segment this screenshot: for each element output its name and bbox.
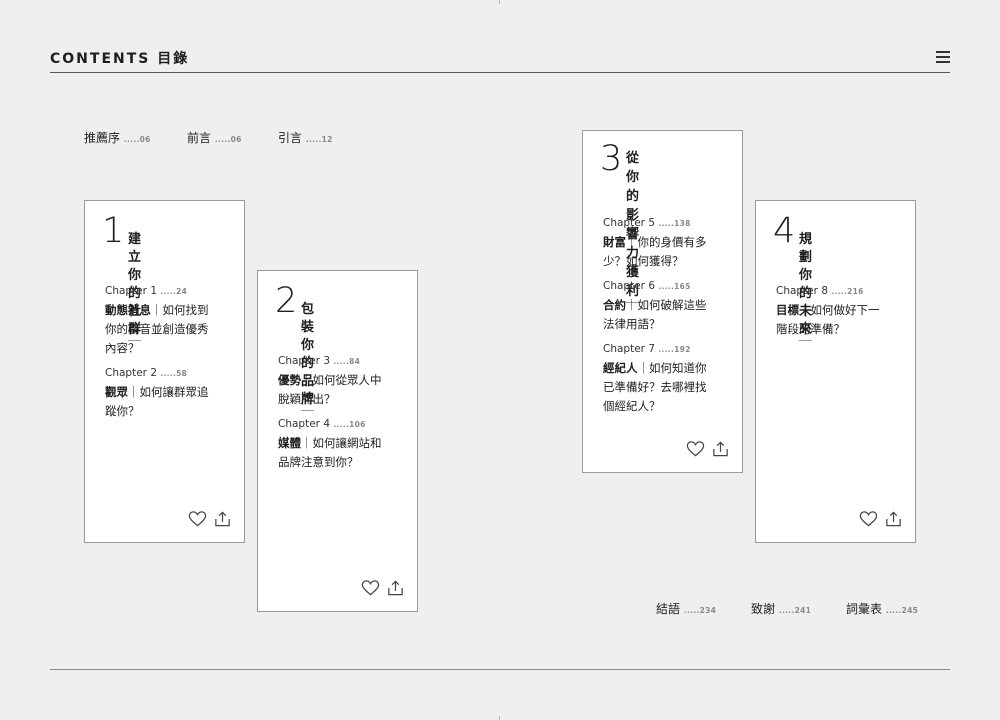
back-matter-title: 致謝: [751, 602, 776, 616]
part-number: 3: [600, 139, 623, 179]
crop-mark-top: [499, 0, 500, 4]
chapter-keyword: 經紀人: [603, 361, 638, 375]
chapter-title: 經紀人｜如何知道你 已準備好？去哪裡找 個經紀人？: [603, 361, 707, 413]
chapter-label: Chapter 1 .....24: [105, 285, 188, 297]
share-icon[interactable]: [711, 440, 730, 458]
page-number: .....12: [305, 135, 333, 144]
chapter-entry[interactable]: Chapter 6 .....165 合約｜如何破解這些 法律用語？: [603, 279, 733, 334]
page-number: .....165: [658, 282, 691, 291]
share-icon[interactable]: [213, 510, 232, 528]
card-actions: [686, 440, 732, 458]
chapter-keyword: 動態消息: [105, 303, 151, 317]
share-icon[interactable]: [884, 510, 903, 528]
page-number: .....245: [885, 606, 919, 615]
chapter-keyword: 目標: [776, 303, 799, 317]
front-matter-title: 引言: [278, 131, 303, 145]
chapter-keyword: 合約: [603, 298, 626, 312]
chapter-keyword: 財富: [603, 235, 626, 249]
chapter-label: Chapter 4 .....106: [278, 418, 366, 430]
part-number: 1: [102, 211, 125, 251]
chapter-label: Chapter 5 .....138: [603, 217, 691, 229]
chapter-label: Chapter 3 .....84: [278, 355, 361, 367]
page-number: .....138: [658, 219, 691, 228]
crop-mark-bottom: [499, 716, 500, 720]
chapter-title: 媒體｜如何讓網站和 品牌注意到你？: [278, 436, 382, 469]
chapter-title: 財富｜你的身價有多 少？如何獲得？: [603, 235, 707, 268]
heart-icon[interactable]: [859, 510, 878, 528]
card-actions: [188, 510, 234, 528]
part-card-3: 3 從你的影響力 獲利 Chapter 5 .....138 財富｜你的身價有多…: [582, 130, 743, 473]
back-matter-acknowledgements[interactable]: 致謝 .....241: [751, 600, 811, 617]
chapter-entry[interactable]: Chapter 4 .....106 媒體｜如何讓網站和 品牌注意到你？: [278, 417, 408, 472]
part-number: 2: [275, 281, 298, 321]
page-number: .....06: [123, 135, 151, 144]
share-icon[interactable]: [386, 579, 405, 597]
back-matter-title: 詞彙表: [846, 602, 883, 616]
heart-icon[interactable]: [686, 440, 705, 458]
chapter-title: 目標｜如何做好下一 階段的準備？: [776, 303, 880, 336]
front-matter-introduction[interactable]: 引言 .....12: [278, 129, 333, 146]
chapter-label: Chapter 8 .....216: [776, 285, 864, 297]
page-number: .....58: [160, 369, 188, 378]
heart-icon[interactable]: [188, 510, 207, 528]
page-number: .....06: [214, 135, 242, 144]
chapter-title: 觀眾｜如何讓群眾追 蹤你？: [105, 385, 209, 418]
back-matter-glossary[interactable]: 詞彙表 .....245: [846, 600, 918, 617]
page-number: .....216: [831, 287, 864, 296]
chapter-entry[interactable]: Chapter 5 .....138 財富｜你的身價有多 少？如何獲得？: [603, 216, 733, 271]
part-card-4: 4 規劃你的未來 Chapter 8 .....216 目標｜如何做好下一 階段…: [755, 200, 916, 543]
contents-header: CONTENTS 目錄: [50, 46, 950, 73]
chapter-entry[interactable]: Chapter 2 .....58 觀眾｜如何讓群眾追 蹤你？: [105, 366, 235, 421]
front-matter-foreword[interactable]: 前言 .....06: [187, 129, 242, 146]
page-number: .....234: [683, 606, 717, 615]
chapter-entry[interactable]: Chapter 7 .....192 經紀人｜如何知道你 已準備好？去哪裡找 個…: [603, 342, 733, 416]
card-actions: [361, 579, 407, 597]
chapter-label: Chapter 2 .....58: [105, 367, 188, 379]
hamburger-menu-icon[interactable]: [936, 51, 950, 63]
back-matter-conclusion[interactable]: 結語 .....234: [656, 600, 716, 617]
part-card-2: 2 包裝你的品牌 Chapter 3 .....84 優勢｜如何從眾人中 脫穎而…: [257, 270, 418, 612]
page-number: .....84: [333, 357, 361, 366]
chapter-entry[interactable]: Chapter 8 .....216 目標｜如何做好下一 階段的準備？: [776, 284, 906, 339]
chapter-entry[interactable]: Chapter 3 .....84 優勢｜如何從眾人中 脫穎而出？: [278, 354, 408, 409]
front-matter-preface[interactable]: 推薦序 .....06: [84, 129, 151, 146]
chapter-label: Chapter 7 .....192: [603, 343, 691, 355]
part-number: 4: [773, 211, 796, 251]
page-number: .....24: [160, 287, 188, 296]
front-matter-title: 推薦序: [84, 131, 121, 145]
page-number: .....106: [333, 420, 366, 429]
chapter-entry[interactable]: Chapter 1 .....24 動態消息｜如何找到 你的聲音並創造優秀 內容…: [105, 284, 235, 358]
chapter-title: 優勢｜如何從眾人中 脫穎而出？: [278, 373, 382, 406]
footer-divider: [50, 669, 950, 670]
chapter-title: 動態消息｜如何找到 你的聲音並創造優秀 內容？: [105, 303, 209, 355]
page-number: .....241: [778, 606, 812, 615]
chapter-keyword: 觀眾: [105, 385, 128, 399]
page-title: CONTENTS 目錄: [50, 51, 190, 67]
card-actions: [859, 510, 905, 528]
part-card-1: 1 建立你的社群 Chapter 1 .....24 動態消息｜如何找到 你的聲…: [84, 200, 245, 543]
back-matter-title: 結語: [656, 602, 681, 616]
chapter-keyword: 優勢: [278, 373, 301, 387]
heart-icon[interactable]: [361, 579, 380, 597]
chapter-label: Chapter 6 .....165: [603, 280, 691, 292]
front-matter-title: 前言: [187, 131, 212, 145]
chapter-title: 合約｜如何破解這些 法律用語？: [603, 298, 707, 331]
page-number: .....192: [658, 345, 691, 354]
chapter-keyword: 媒體: [278, 436, 301, 450]
